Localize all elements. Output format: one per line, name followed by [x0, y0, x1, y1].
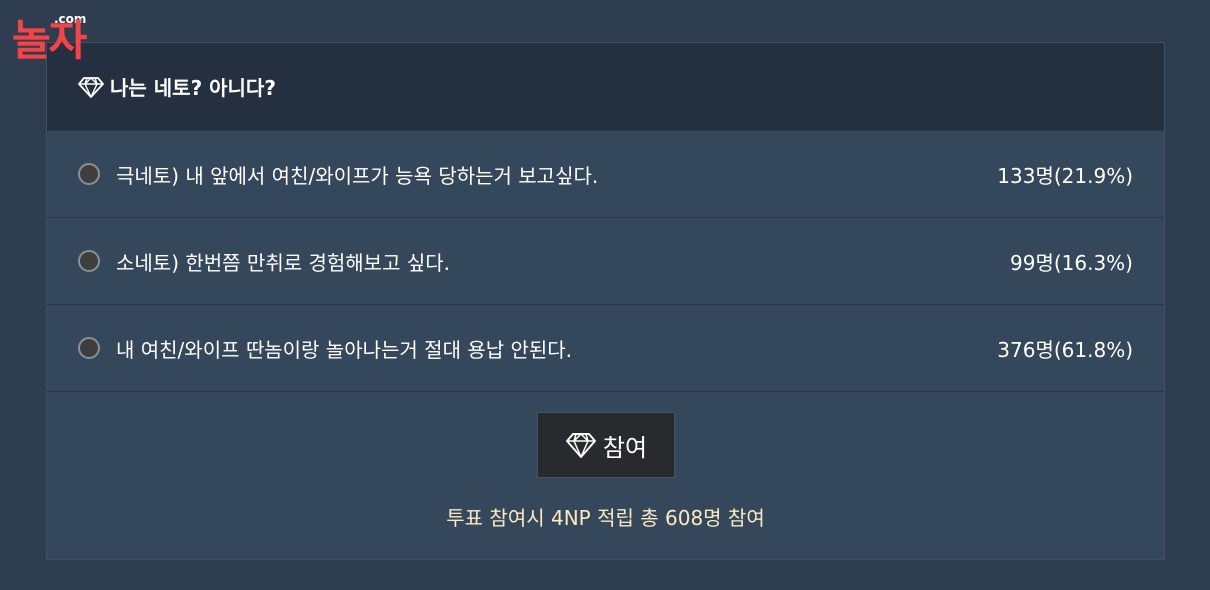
option-label: 내 여친/와이프 딴놈이랑 놀아나는거 절대 용납 안된다.: [116, 337, 573, 362]
option-radio[interactable]: [78, 163, 100, 185]
option-label: 극네토) 내 앞에서 여친/와이프가 능욕 당하는거 보고싶다.: [116, 163, 599, 188]
option-label: 소네토) 한번쯤 만취로 경험해보고 싶다.: [116, 250, 450, 275]
poll-header: 나는 네토? 아니다?: [47, 43, 1164, 130]
poll-footer: 참여 투표 참여시 4NP 적립 총 608명 참여: [47, 391, 1164, 561]
poll-option[interactable]: 내 여친/와이프 딴놈이랑 놀아나는거 절대 용납 안된다. 376명(61.8…: [47, 304, 1164, 391]
logo-text: 놀자: [12, 16, 87, 65]
diamond-icon: [78, 76, 104, 98]
site-logo[interactable]: .com 놀자: [12, 12, 154, 68]
option-radio[interactable]: [78, 250, 100, 272]
option-result: 99명(16.3%): [1010, 250, 1133, 275]
poll-option[interactable]: 소네토) 한번쯤 만취로 경험해보고 싶다. 99명(16.3%): [47, 217, 1164, 304]
join-button-label: 참여: [602, 433, 648, 462]
poll-option[interactable]: 극네토) 내 앞에서 여친/와이프가 능욕 당하는거 보고싶다. 133명(21…: [47, 130, 1164, 217]
poll-title: 나는 네토? 아니다?: [110, 76, 276, 100]
poll-panel: 나는 네토? 아니다? 극네토) 내 앞에서 여친/와이프가 능욕 당하는거 보…: [46, 42, 1165, 560]
vote-info-text: 투표 참여시 4NP 적립 총 608명 참여: [446, 506, 765, 530]
option-result: 376명(61.8%): [997, 337, 1133, 362]
option-radio[interactable]: [78, 337, 100, 359]
join-vote-button[interactable]: 참여: [537, 412, 675, 478]
option-result: 133명(21.9%): [997, 163, 1133, 188]
diamond-icon: [565, 432, 597, 458]
